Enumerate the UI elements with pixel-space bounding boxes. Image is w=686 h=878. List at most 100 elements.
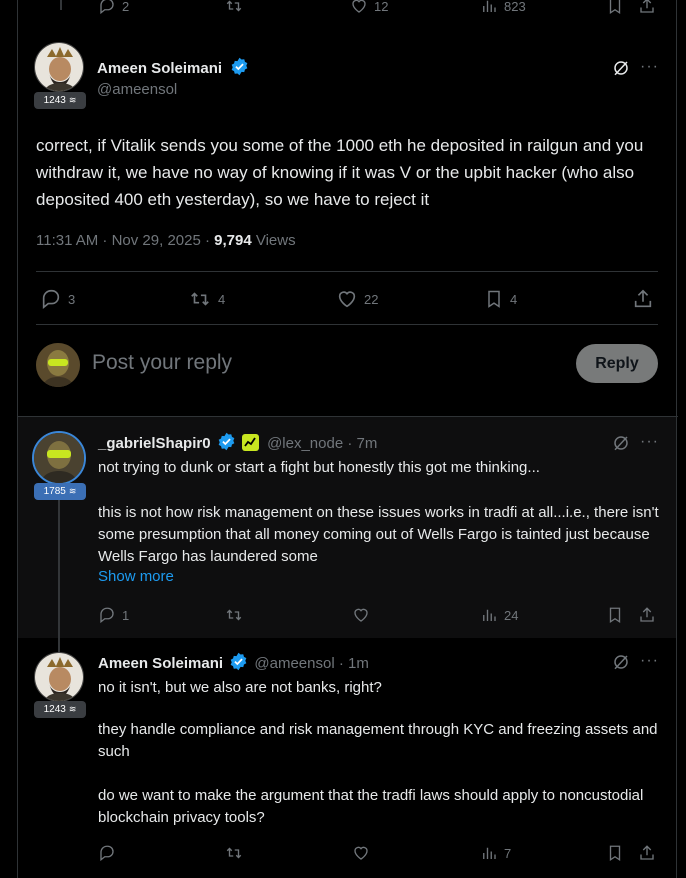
thread-connector-top bbox=[60, 0, 62, 10]
avatar-image bbox=[35, 653, 83, 701]
repost-icon bbox=[224, 606, 244, 624]
views-count: 9,794 bbox=[214, 232, 252, 249]
post-text-paragraph: do we want to make the argument that the… bbox=[98, 787, 644, 826]
repost-action[interactable] bbox=[224, 844, 244, 862]
reply-action[interactable]: 1 bbox=[98, 606, 129, 624]
heart-icon bbox=[352, 606, 370, 624]
more-options-icon[interactable]: ··· bbox=[640, 433, 659, 451]
stack-icon: ≋ bbox=[68, 704, 77, 714]
bookmark-icon bbox=[606, 0, 624, 15]
reply-icon bbox=[98, 0, 116, 15]
post-timestamp[interactable]: · 1m bbox=[339, 655, 369, 672]
views-action[interactable]: 7 bbox=[480, 844, 511, 862]
share-action[interactable] bbox=[638, 844, 656, 862]
reply-icon bbox=[98, 844, 116, 862]
avatar[interactable] bbox=[32, 431, 86, 485]
reply-action[interactable]: 3 bbox=[40, 288, 75, 310]
like-action[interactable]: 12 bbox=[350, 0, 388, 15]
reply-actions: 1 24 bbox=[98, 605, 658, 625]
post-text-paragraph: this is not how risk management on these… bbox=[98, 504, 659, 565]
stack-icon: ≋ bbox=[68, 486, 77, 496]
post-text: correct, if Vitalik sends you some of th… bbox=[36, 136, 644, 209]
share-action[interactable] bbox=[638, 606, 656, 624]
bookmark-action[interactable]: 4 bbox=[484, 288, 517, 310]
author-line: Ameen Soleimani @ameensol · 1m bbox=[98, 652, 369, 672]
post-text-line: no it isn't, but we also are not banks, … bbox=[98, 679, 382, 696]
author-name[interactable]: Ameen Soleimani bbox=[97, 60, 222, 77]
analytics-icon bbox=[480, 0, 498, 15]
share-icon bbox=[632, 288, 654, 310]
grok-icon[interactable] bbox=[612, 434, 630, 452]
bookmark-action[interactable] bbox=[606, 0, 624, 15]
subscriber-badge: 1785 ≋ bbox=[34, 483, 86, 500]
heart-icon bbox=[336, 288, 358, 310]
post-meta: 11:31 AM · Nov 29, 2025 · 9,794 Views bbox=[36, 232, 296, 249]
avatar[interactable] bbox=[34, 652, 84, 702]
author-name[interactable]: _gabrielShapir0 bbox=[98, 435, 211, 452]
author-handle[interactable]: @ameensol bbox=[254, 655, 334, 672]
like-action[interactable]: 22 bbox=[336, 288, 378, 310]
author-handle[interactable]: @lex_node bbox=[267, 435, 343, 452]
reply-post[interactable]: 1243 ≋ Ameen Soleimani @ameensol · 1m ··… bbox=[18, 638, 676, 878]
like-action[interactable] bbox=[352, 844, 370, 862]
timeline-column: 2 12 823 1243 ≋ Ameen Soleimani @ameenso… bbox=[17, 0, 678, 878]
grok-icon[interactable] bbox=[612, 653, 630, 671]
views-action[interactable]: 24 bbox=[480, 606, 518, 624]
grok-icon[interactable] bbox=[612, 59, 630, 77]
reply-post[interactable]: 1785 ≋ _gabrielShapir0 @lex_node · 7m ··… bbox=[18, 417, 676, 659]
heart-icon bbox=[352, 844, 370, 862]
repost-icon bbox=[224, 0, 244, 15]
previous-post-actions: 2 12 823 bbox=[98, 0, 658, 16]
author-line: _gabrielShapir0 @lex_node · 7m bbox=[98, 432, 377, 452]
repost-action[interactable] bbox=[224, 606, 244, 624]
my-avatar[interactable] bbox=[36, 343, 80, 387]
author-line: Ameen Soleimani bbox=[97, 57, 249, 78]
reply-icon bbox=[98, 606, 116, 624]
post-text-paragraph: they handle compliance and risk manageme… bbox=[98, 721, 658, 760]
thread-connector bbox=[58, 499, 60, 659]
reply-action[interactable]: 2 bbox=[98, 0, 129, 15]
share-icon bbox=[638, 606, 656, 624]
repost-icon bbox=[224, 844, 244, 862]
verified-badge-icon bbox=[229, 652, 248, 671]
subscriber-badge: 1243 ≋ bbox=[34, 92, 86, 109]
repost-action[interactable] bbox=[224, 0, 244, 15]
reply-action[interactable] bbox=[98, 844, 116, 862]
share-action[interactable] bbox=[638, 0, 656, 15]
bookmark-action[interactable] bbox=[606, 844, 624, 862]
post-timestamp[interactable]: · 7m bbox=[347, 435, 377, 452]
post-timestamp[interactable]: 11:31 AM · Nov 29, 2025 · bbox=[36, 232, 214, 249]
divider bbox=[36, 271, 658, 272]
views-label: Views bbox=[251, 232, 296, 249]
like-action[interactable] bbox=[352, 606, 370, 624]
share-action[interactable] bbox=[632, 288, 654, 310]
avatar-image bbox=[34, 433, 84, 483]
more-options-icon[interactable]: ··· bbox=[640, 652, 659, 670]
reply-button[interactable]: Reply bbox=[576, 344, 658, 383]
share-icon bbox=[638, 844, 656, 862]
avatar-image bbox=[36, 343, 80, 387]
reply-compose-input[interactable]: Post your reply bbox=[92, 351, 232, 375]
reply-icon bbox=[40, 288, 62, 310]
affiliate-badge-icon[interactable] bbox=[241, 434, 259, 451]
more-options-icon[interactable]: ··· bbox=[640, 58, 659, 76]
views-action[interactable]: 823 bbox=[480, 0, 526, 15]
analytics-icon bbox=[480, 606, 498, 624]
stack-icon: ≋ bbox=[68, 95, 77, 105]
divider bbox=[36, 324, 658, 325]
bookmark-icon bbox=[606, 844, 624, 862]
repost-action[interactable]: 4 bbox=[188, 288, 225, 310]
heart-icon bbox=[350, 0, 368, 15]
main-post-actions: 3 4 22 4 bbox=[36, 288, 658, 310]
repost-icon bbox=[188, 288, 212, 310]
author-handle[interactable]: @ameensol bbox=[97, 81, 177, 98]
post-text-line: not trying to dunk or start a fight but … bbox=[98, 459, 540, 476]
show-more-link[interactable]: Show more bbox=[98, 568, 174, 585]
author-name[interactable]: Ameen Soleimani bbox=[98, 655, 223, 672]
subscriber-badge: 1243 ≋ bbox=[34, 701, 86, 718]
avatar[interactable] bbox=[34, 42, 84, 92]
analytics-icon bbox=[480, 844, 498, 862]
bookmark-icon bbox=[484, 288, 504, 310]
bookmark-action[interactable] bbox=[606, 606, 624, 624]
avatar-image bbox=[35, 43, 83, 91]
